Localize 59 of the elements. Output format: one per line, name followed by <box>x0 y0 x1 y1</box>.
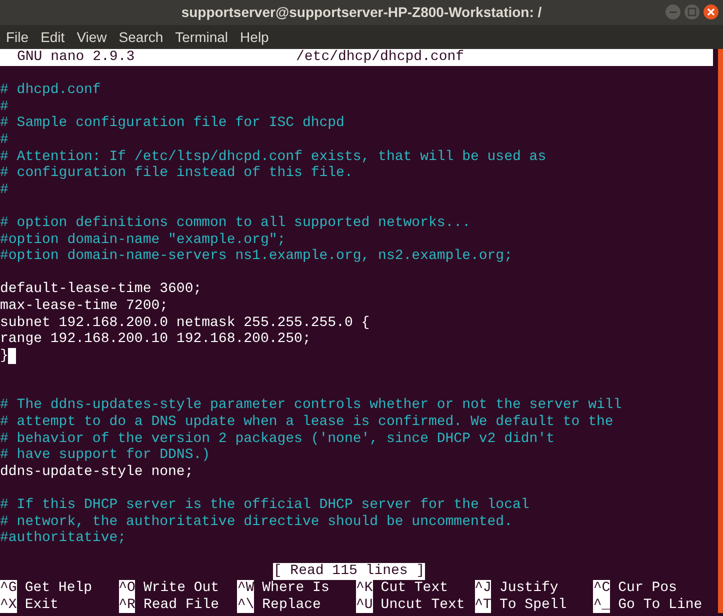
shortcut-label: Write Out <box>143 580 220 597</box>
comment-line: #option domain-name "example.org"; <box>0 232 286 248</box>
shortcut-key: ^T <box>474 596 492 614</box>
comment-line: # have support for DDNS.) <box>0 447 210 464</box>
comment-line: # The ddns-updates-style parameter controls whether or not the server will <box>0 397 622 414</box>
comment-line: # dhcpd.conf <box>0 82 101 99</box>
comment-line: #authoritative; <box>0 530 126 547</box>
menu-item[interactable]: File <box>6 26 29 48</box>
status-message: [ Read 115 lines ] <box>273 563 425 580</box>
comment-line: # Sample configuration file for ISC dhcpd <box>0 115 344 132</box>
file-name: /etc/dhcp/dhcpd.conf <box>296 49 464 66</box>
shortcut-key: ^O <box>118 580 136 597</box>
comment-line: #option domain-name-servers ns1.example.org, ns2.example.org; <box>0 248 512 265</box>
shortcut-key: ^U <box>356 596 373 614</box>
comment-line: # configuration file instead of this file. <box>0 165 353 182</box>
menu-item[interactable]: Edit <box>40 26 65 48</box>
code-line: } <box>0 348 8 364</box>
code-line: range 192.168.200.10 192.168.200.250; <box>0 331 311 348</box>
shortcut-key: ^R <box>118 596 136 614</box>
shortcut-label: To Spell <box>499 596 567 614</box>
comment-line: # behavior of the version 2 packages ('none', since DHCP v2 didn't <box>0 430 554 448</box>
shortcut-label: Exit <box>24 596 58 614</box>
shortcut-label: Go To Line <box>618 596 702 614</box>
comment-line: # option definitions common to all supported networks... <box>0 214 470 232</box>
shortcut-key: ^_ <box>593 596 610 614</box>
comment-line: # Attention: If /etc/ltsp/dhcpd.conf exists, that will be used as <box>0 148 546 166</box>
code-line: ddns-update-style none; <box>0 464 194 480</box>
shortcut-key: ^K <box>356 580 373 597</box>
comment-line: # <box>0 98 8 116</box>
code-line: subnet 192.168.200.0 netmask 255.255.255.0 { <box>0 314 370 332</box>
shortcut-label: Uncut Text <box>380 596 465 614</box>
shortcut-key: ^W <box>237 580 254 597</box>
comment-line: # <box>0 132 8 149</box>
window-title: supportserver@supportserver-HP-Z800-Workstation: / <box>181 3 542 22</box>
menu-item[interactable]: View <box>76 26 107 48</box>
shortcut-key: ^J <box>474 580 492 597</box>
comment-line: # <box>0 182 8 198</box>
shortcut-key: ^\ <box>237 596 254 614</box>
shortcut-key: ^X <box>0 596 17 614</box>
close-icon[interactable] <box>703 4 719 20</box>
comment-line: # network, the authoritative directive should be uncommented. <box>0 514 512 530</box>
shortcut-label: Get Help <box>24 580 92 597</box>
shortcut-key: ^C <box>593 580 610 597</box>
shortcut-label: Justify <box>499 580 558 597</box>
minimize-icon[interactable] <box>665 4 681 20</box>
menu-item[interactable]: Help <box>240 26 269 48</box>
shortcut-label: Cut Text <box>380 580 448 597</box>
comment-line: # If this DHCP server is the official DHCP server for the local <box>0 497 530 514</box>
shortcut-label: Read File <box>143 596 220 614</box>
code-line: max-lease-time 7200; <box>0 298 168 314</box>
shortcut-label: Replace <box>262 596 321 614</box>
menu-item[interactable]: Search <box>118 26 164 48</box>
code-line: default-lease-time 3600; <box>0 281 202 298</box>
menu-item[interactable]: Terminal <box>175 26 228 48</box>
comment-line: # attempt to do a DNS update when a lease is confirmed. We default to the <box>0 414 614 431</box>
editor-version: GNU nano 2.9.3 <box>16 49 136 66</box>
shortcut-label: Where Is <box>262 580 330 597</box>
shortcut-label: Cur Pos <box>618 580 677 597</box>
shortcut-key: ^G <box>0 580 17 597</box>
